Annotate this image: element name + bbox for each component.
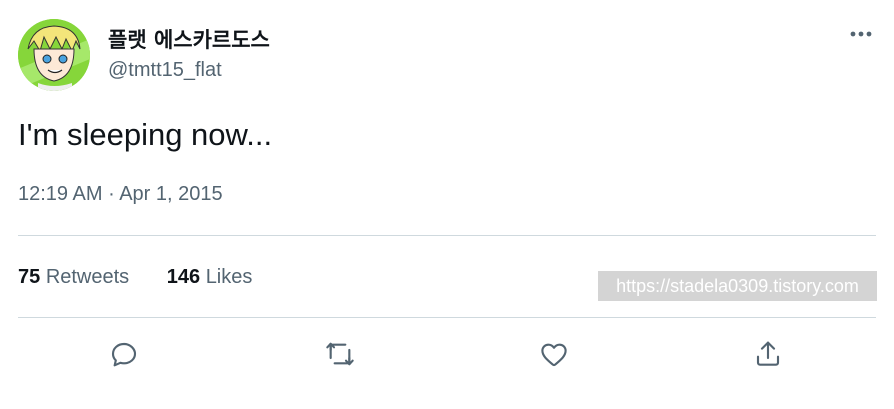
more-dots-icon[interactable]	[846, 24, 876, 44]
reply-button[interactable]	[106, 336, 142, 372]
retweet-icon	[326, 342, 354, 366]
tweet-card: 플랫 에스카르도스 @tmtt15_flat I'm sleeping now.…	[0, 0, 894, 409]
likes-count: 146	[166, 266, 201, 288]
divider	[18, 317, 876, 318]
share-button[interactable]	[750, 336, 786, 372]
share-icon	[756, 341, 780, 366]
meta-separator: ·	[108, 183, 115, 205]
heart-icon	[541, 343, 567, 367]
reply-icon	[111, 342, 137, 367]
tweet-date[interactable]: Apr 1, 2015	[119, 183, 222, 205]
display-name[interactable]: 플랫 에스카르도스	[108, 24, 270, 54]
tweet-stats: 75 Retweets 146 Likes	[18, 266, 284, 289]
tweet-time[interactable]: 12:19 AM	[18, 183, 103, 205]
tweet-text: I'm sleeping now...	[18, 117, 273, 152]
retweets-stat[interactable]: 75 Retweets	[18, 266, 135, 288]
tweet-meta: 12:19 AM · Apr 1, 2015	[18, 183, 223, 206]
likes-stat[interactable]: 146 Likes	[167, 266, 253, 288]
retweet-button[interactable]	[322, 336, 358, 372]
divider	[18, 235, 876, 236]
avatar[interactable]	[18, 19, 90, 91]
likes-label: Likes	[205, 266, 253, 288]
avatar-image	[18, 19, 90, 91]
retweets-count: 75	[18, 266, 41, 288]
like-button[interactable]	[536, 336, 572, 372]
watermark: https://stadela0309.tistory.com	[598, 271, 877, 301]
user-handle[interactable]: @tmtt15_flat	[108, 59, 222, 82]
retweets-label: Retweets	[45, 266, 130, 288]
